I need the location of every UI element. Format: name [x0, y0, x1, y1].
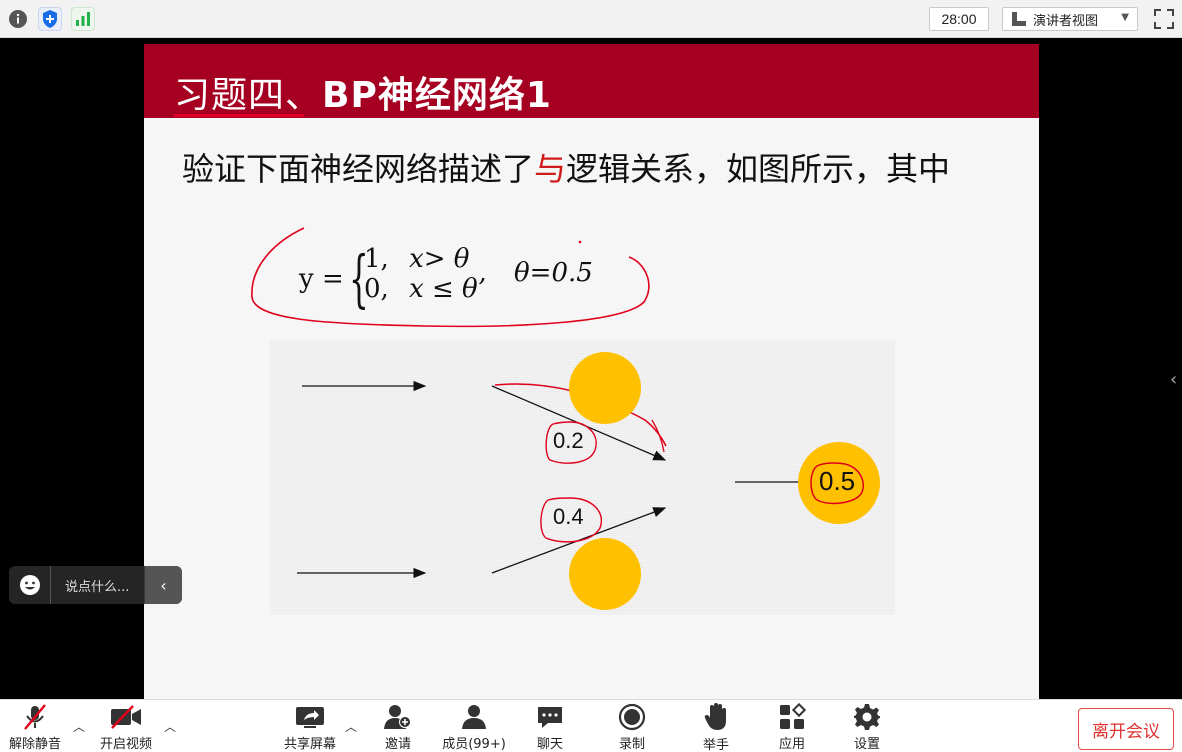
chevron-left-icon: ‹ — [160, 575, 167, 595]
chat-label: 聊天 — [536, 737, 563, 752]
raise-hand-button[interactable]: 举手 — [701, 702, 731, 752]
apps-button[interactable]: 应用 — [777, 702, 807, 752]
chat-quick-bar: 说点什么... ‹ — [9, 566, 182, 604]
record-button[interactable]: 录制 — [617, 702, 647, 752]
apps-label: 应用 — [778, 737, 805, 752]
chat-button[interactable]: 聊天 — [535, 702, 565, 752]
info-icon[interactable] — [6, 7, 30, 31]
start-video-button[interactable]: 开启视频 — [98, 702, 154, 752]
shared-slide: 习题四、BP神经网络1 验证下面神经网络描述了与逻辑关系，如图所示，其中 y =… — [144, 44, 1039, 699]
side-panel-toggle-icon[interactable]: ‹ — [1170, 369, 1177, 390]
share-screen-icon — [294, 702, 326, 731]
apps-icon — [778, 702, 806, 731]
meeting-toolbar: 解除静音 ︿ 开启视频 ︿ 共享屏幕 ︿ 邀请 成员(99+) 聊天 录制 举手… — [0, 699, 1182, 752]
leave-meeting-button[interactable]: 离开会议 — [1078, 708, 1174, 750]
neural-network-diagram: 0.2 0.4 0.5 — [270, 340, 895, 615]
video-off-icon — [109, 702, 143, 731]
share-screen-button[interactable]: 共享屏幕 — [282, 702, 338, 752]
slide-title-number: 1 — [525, 75, 552, 116]
hand-icon — [703, 702, 729, 732]
slide-header: 习题四、BP神经网络1 — [144, 44, 1039, 118]
meeting-timer: 28:00 — [929, 7, 989, 31]
slide-title: 习题四、BP神经网络1 — [174, 66, 552, 118]
view-selector[interactable]: 演讲者视图 ▼ — [1002, 7, 1138, 31]
share-screen-label: 共享屏幕 — [283, 737, 336, 752]
chevron-down-icon: ▼ — [1121, 12, 1129, 23]
record-label: 录制 — [618, 737, 645, 752]
unmute-button[interactable]: 解除静音 — [8, 702, 62, 752]
view-selector-label: 演讲者视图 — [1033, 13, 1099, 29]
unmute-label: 解除静音 — [8, 737, 61, 752]
fullscreen-icon[interactable] — [1152, 7, 1176, 31]
microphone-muted-icon — [21, 702, 49, 731]
invite-button[interactable]: 邀请 — [382, 702, 414, 752]
settings-button[interactable]: 设置 — [852, 702, 882, 752]
slide-description: 验证下面神经网络描述了与逻辑关系，如图所示，其中 — [182, 144, 950, 190]
video-options-chevron-icon[interactable]: ︿ — [164, 718, 176, 735]
collapse-chat-button[interactable]: ‹ — [145, 566, 182, 604]
description-highlight: 与 — [534, 150, 567, 188]
slide-title-bp: BP — [322, 75, 378, 116]
annotation-underline — [174, 114, 304, 117]
annotation-edge-tick — [651, 419, 665, 453]
invite-label: 邀请 — [384, 737, 411, 752]
settings-label: 设置 — [853, 737, 880, 752]
annotation-formula-circle — [251, 227, 650, 328]
participants-label: 成员(99+) — [442, 737, 506, 752]
audio-options-chevron-icon[interactable]: ︿ — [73, 718, 85, 735]
slide-title-network: 神经网络 — [377, 75, 526, 116]
weight-top-label: 0.2 — [553, 428, 584, 453]
raise-hand-label: 举手 — [702, 738, 729, 752]
input-node-bottom — [569, 538, 641, 610]
share-options-chevron-icon[interactable]: ︿ — [345, 718, 357, 735]
description-after: 逻辑关系，如图所示，其中 — [566, 150, 951, 188]
shield-icon[interactable] — [38, 7, 62, 31]
start-video-label: 开启视频 — [99, 737, 152, 752]
weight-bottom-label: 0.4 — [553, 504, 584, 529]
speaker-view-icon — [1012, 12, 1026, 26]
emoji-icon[interactable] — [9, 566, 51, 604]
gear-icon — [853, 702, 881, 731]
signal-icon[interactable] — [71, 7, 95, 31]
chat-icon — [536, 702, 564, 731]
input-node-top — [569, 352, 641, 424]
chat-input[interactable]: 说点什么... — [51, 576, 145, 595]
participants-icon — [459, 702, 489, 731]
record-icon — [618, 702, 646, 731]
meeting-window: 28:00 演讲者视图 ▼ 习题四、BP神经网络1 验证下面神经网络描述了与逻辑… — [0, 0, 1182, 752]
participants-button[interactable]: 成员(99+) — [442, 702, 506, 752]
slide-title-prefix: 习题四、 — [174, 75, 323, 116]
top-bar: 28:00 演讲者视图 ▼ — [0, 0, 1182, 38]
add-user-icon — [383, 702, 413, 731]
description-before: 验证下面神经网络描述了 — [182, 150, 535, 188]
annotation-output-circle — [810, 462, 865, 505]
